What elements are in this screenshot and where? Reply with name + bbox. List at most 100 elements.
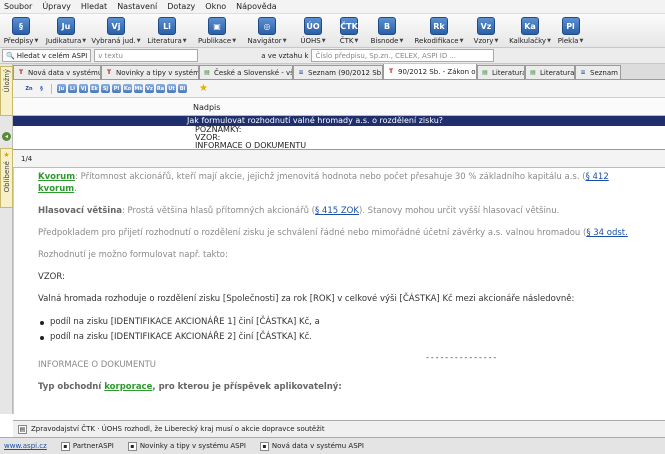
toolbar-label-text[interactable]: Předpisy xyxy=(4,37,34,45)
toolbar-button[interactable]: § Předpisy ▼ xyxy=(0,14,42,48)
dropdown-arrow-icon[interactable]: ▼ xyxy=(322,38,326,44)
toolbar-label[interactable]: Předpisy ▼ xyxy=(4,37,39,45)
toolbar-label-text[interactable]: Bisnode xyxy=(371,37,399,45)
document-tab[interactable]: T 90/2012 Sb. - Zákon o ... xyxy=(383,64,477,79)
document-tab-label[interactable]: Literatura xyxy=(540,69,574,77)
dropdown-arrow-icon[interactable]: ▼ xyxy=(82,38,86,44)
toolbar-button[interactable]: Vj Vybraná jud. ▼ xyxy=(90,14,142,48)
dropdown-arrow-icon[interactable]: ▼ xyxy=(460,38,464,44)
ref-415-link[interactable]: § 415 ZOK xyxy=(315,206,359,216)
dropdown-arrow-icon[interactable]: ▼ xyxy=(283,38,287,44)
document-tab[interactable]: ≡Seznam () xyxy=(575,65,621,79)
toolbar-label-text[interactable]: Judikatura xyxy=(46,37,81,45)
document-tab-label[interactable]: Literatura xyxy=(492,69,524,77)
news-ticker[interactable]: ▤ Zpravodajství ČTK · ÚOHS rozhodl, že L… xyxy=(13,420,665,437)
dropdown-arrow-icon[interactable]: ▼ xyxy=(34,38,38,44)
text-search-input[interactable]: v textu xyxy=(94,49,199,62)
format-button[interactable]: Sj xyxy=(101,84,110,93)
toolbar-label[interactable]: Vybraná jud. ▼ xyxy=(91,37,140,45)
toolbar-button[interactable]: Vz Vzory ▼ xyxy=(468,14,504,48)
toolbar-icon[interactable]: § xyxy=(12,17,30,35)
toolbar-icon[interactable]: Ka xyxy=(521,17,539,35)
status-item[interactable]: ▪ Nová data v systému ASPI xyxy=(259,441,364,451)
toolbar-label[interactable]: Navigátor ▼ xyxy=(247,37,286,45)
format-button[interactable]: Vj xyxy=(79,84,88,93)
document-tab-icon[interactable]: ▤ xyxy=(203,69,211,77)
status-item-label[interactable]: www.aspi.cz xyxy=(4,442,47,450)
ref-412-link[interactable]: § 412 xyxy=(586,172,609,182)
dropdown-arrow-icon[interactable]: ▼ xyxy=(137,38,141,44)
dropdown-arrow-icon[interactable]: ▼ xyxy=(494,38,498,44)
document-tab-icon[interactable]: T xyxy=(17,69,25,77)
toolbar-label[interactable]: Vzory ▼ xyxy=(474,37,499,45)
toolbar-button[interactable]: Ju Judikatura ▼ xyxy=(42,14,90,48)
status-item-label[interactable]: Nová data v systému ASPI xyxy=(272,442,364,450)
status-item-label[interactable]: PartnerASPI xyxy=(73,442,114,450)
format-button[interactable]: Pl xyxy=(112,84,121,93)
document-tab-label[interactable]: Seznam (90/2012 Sb.) xyxy=(308,69,382,77)
menu-item[interactable]: Nastavení xyxy=(117,2,157,11)
toolbar-label-text[interactable]: ÚOHS xyxy=(300,37,320,45)
format-button[interactable]: Ra xyxy=(156,84,165,93)
format-button[interactable]: Bi xyxy=(178,84,187,93)
menu-item[interactable]: Nápověda xyxy=(236,2,277,11)
document-tab[interactable]: ▤ Literatura xyxy=(477,65,525,79)
menu-item[interactable]: Úpravy xyxy=(42,2,71,11)
toolbar-icon[interactable]: ÚO xyxy=(304,17,322,35)
toolbar-icon[interactable]: Ju xyxy=(57,17,75,35)
document-tab-icon[interactable]: ▤ xyxy=(529,69,537,77)
toolbar-label[interactable]: Bisnode ▼ xyxy=(371,37,404,45)
toolbar-button[interactable]: ◎ Navigátor ▼ xyxy=(242,14,292,48)
toolbar-button[interactable]: Ka Kalkulačky ▼ xyxy=(504,14,556,48)
toolbar-label[interactable]: ÚOHS ▼ xyxy=(300,37,325,45)
format-button[interactable]: Zn xyxy=(23,84,35,93)
toolbar-label-text[interactable]: Kalkulačky xyxy=(509,37,546,45)
toolbar-icon[interactable]: ČTK xyxy=(340,17,358,35)
toolbar-icon[interactable]: Pl xyxy=(561,17,580,35)
status-item[interactable]: www.aspi.cz xyxy=(4,442,47,450)
toolbar-button[interactable]: Rk Rekodifikace ▼ xyxy=(410,14,468,48)
dropdown-arrow-icon[interactable]: ▼ xyxy=(400,38,404,44)
status-item[interactable]: ▪ Novinky a tipy v systému ASPI xyxy=(127,441,246,451)
format-button[interactable]: Li xyxy=(68,84,77,93)
toolbar-label[interactable]: ČTK ▼ xyxy=(340,37,359,45)
toolbar-icon[interactable]: ▣ xyxy=(208,17,226,35)
document-tab[interactable]: ≡ Seznam (90/2012 Sb.) xyxy=(293,65,383,79)
document-tab-label[interactable]: Nová data v systému A... xyxy=(28,69,100,77)
result-row[interactable]: INFORMACE O DOKUMENTU xyxy=(13,142,665,150)
toolbar-icon[interactable]: Vz xyxy=(477,17,495,35)
dropdown-arrow-icon[interactable]: ▼ xyxy=(579,38,583,44)
document-tab-icon[interactable]: T xyxy=(387,68,395,76)
kvorum-link[interactable]: Kvorum xyxy=(38,172,75,182)
format-button[interactable]: Mk xyxy=(134,84,143,93)
favorite-star-icon[interactable]: ★ xyxy=(199,83,208,94)
toolbar-label-text[interactable]: Navigátor xyxy=(247,37,281,45)
document-tab-label[interactable]: Seznam () xyxy=(590,69,620,77)
toolbar-label-text[interactable]: Vybraná jud. xyxy=(91,37,135,45)
document-tab-label[interactable]: České a Slovenské - vše... xyxy=(214,69,292,77)
korporace-link[interactable]: korporace xyxy=(104,382,152,392)
menu-item[interactable]: Soubor xyxy=(4,2,32,11)
toolbar-label-text[interactable]: Plekla xyxy=(558,37,579,45)
dropdown-arrow-icon[interactable]: ▼ xyxy=(183,38,187,44)
toolbar-icon[interactable]: ◎ xyxy=(258,17,276,35)
toolbar-label[interactable]: Rekodifikace ▼ xyxy=(415,37,464,45)
format-button[interactable]: Ek xyxy=(90,84,99,93)
document-tab-label[interactable]: Novinky a tipy v systém... xyxy=(116,69,198,77)
column-header-nadpis[interactable]: Nadpis xyxy=(193,103,220,112)
tab-ulozny[interactable]: Úložný xyxy=(0,66,13,116)
toolbar-icon[interactable]: Vj xyxy=(107,17,125,35)
format-button[interactable]: Ko xyxy=(123,84,132,93)
document-tab-icon[interactable]: ≡ xyxy=(579,69,587,77)
toolbar-button[interactable]: ČTK ČTK ▼ xyxy=(334,14,364,48)
format-button[interactable]: § xyxy=(37,84,46,93)
dropdown-arrow-icon[interactable]: ▼ xyxy=(547,38,551,44)
toolbar-label-text[interactable]: Rekodifikace xyxy=(415,37,459,45)
status-item-label[interactable]: Novinky a tipy v systému ASPI xyxy=(140,442,246,450)
document-tab[interactable]: T Novinky a tipy v systém... xyxy=(101,65,199,79)
toolbar-label[interactable]: Plekla ▼ xyxy=(558,37,584,45)
dropdown-arrow-icon[interactable]: ▼ xyxy=(354,38,358,44)
status-item[interactable]: ▪ PartnerASPI xyxy=(60,441,114,451)
dropdown-arrow-icon[interactable]: ▼ xyxy=(232,38,236,44)
toolbar-label-text[interactable]: Publikace xyxy=(198,37,231,45)
